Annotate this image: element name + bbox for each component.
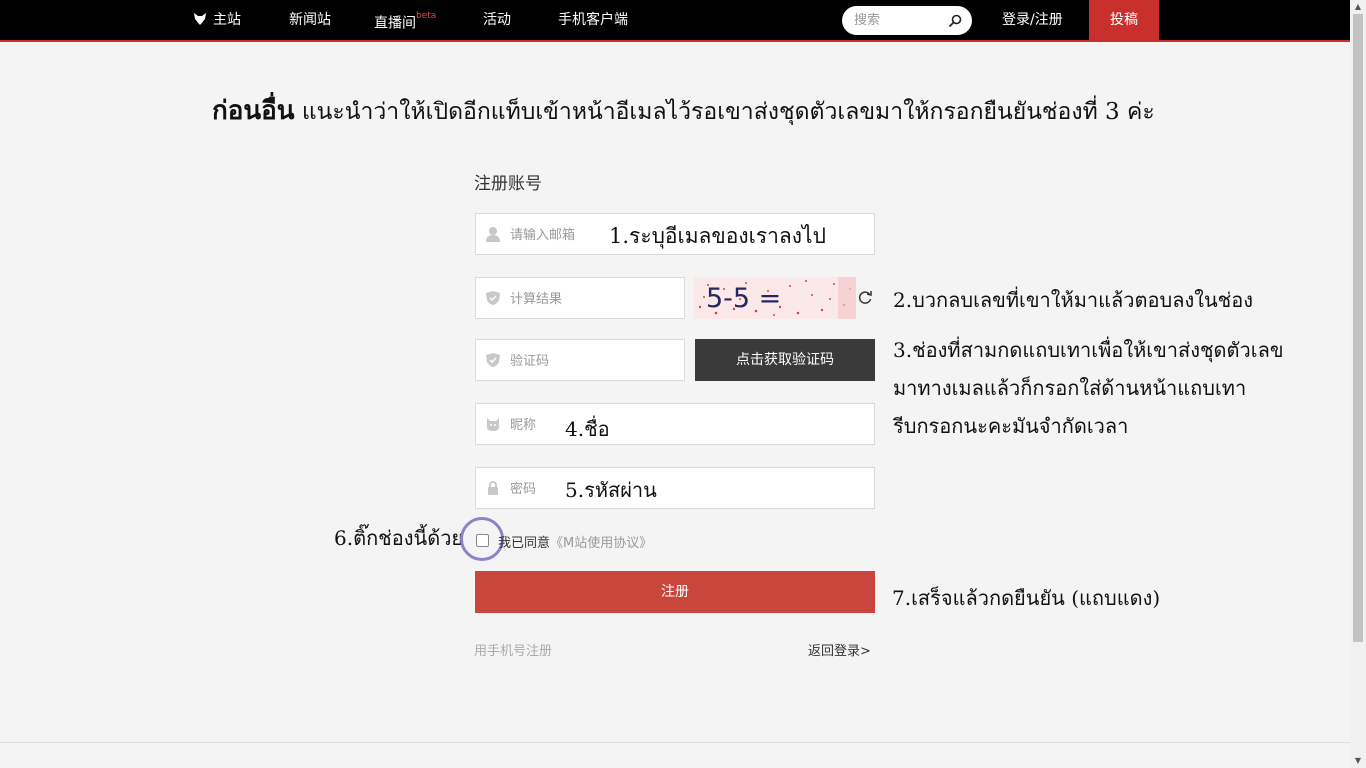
search-input[interactable]	[852, 12, 948, 29]
annotation-step3-line2: มาทางเมลแล้วก็กรอกใส่ด้านหน้าแถบเทา	[893, 376, 1247, 400]
nickname-input[interactable]	[508, 404, 562, 446]
annotation-step6: 6.ติ๊กช่องนี้ด้วย	[334, 526, 464, 550]
annotation-step7: 7.เสร็จแล้วกดยืนยัน (แถบแดง)	[892, 586, 1161, 610]
password-field	[475, 467, 875, 510]
refresh-icon[interactable]	[857, 289, 873, 305]
form-title: 注册账号	[474, 174, 542, 194]
annotation-step2: 2.บวกลบเลขที่เขาให้มาแล้วตอบลงในช่อง	[893, 288, 1253, 312]
footer-divider	[0, 742, 1350, 743]
nav-live[interactable]: 直播间beta	[374, 0, 436, 40]
nav-events[interactable]: 活动	[483, 0, 511, 40]
shield-icon	[486, 291, 500, 305]
agree-label: 我已同意	[498, 536, 551, 551]
nav-live-label: 直播间	[374, 15, 416, 32]
calc-field	[475, 277, 685, 320]
vertical-scrollbar[interactable]: ▲ ▼	[1350, 0, 1366, 768]
scroll-up-icon[interactable]: ▲	[1350, 0, 1366, 14]
scroll-thumb[interactable]	[1353, 14, 1363, 642]
captcha-noise: 5-5 =	[698, 277, 856, 319]
shield-icon	[486, 353, 500, 367]
captcha-image: 5-5 =	[694, 277, 856, 319]
user-icon	[486, 227, 500, 242]
nav-mobile[interactable]: 手机客户端	[558, 0, 628, 40]
search-box	[842, 6, 972, 35]
code-input[interactable]	[508, 340, 632, 382]
headline-bold: ก่อนอื่น	[212, 96, 295, 126]
nav-news[interactable]: 新闻站	[289, 0, 331, 40]
cat-face-icon	[487, 418, 499, 431]
nickname-field	[475, 403, 875, 446]
scroll-down-icon[interactable]: ▼	[1350, 754, 1366, 768]
nav-login[interactable]: 登录/注册	[1002, 0, 1063, 40]
nav-home[interactable]: 主站	[193, 0, 241, 40]
agree-text: 我已同意《M站使用协议》	[498, 532, 652, 551]
beta-badge: beta	[416, 11, 437, 21]
top-nav: 主站 新闻站 直播间beta 活动 手机客户端 登录/注册 投稿	[0, 0, 1350, 42]
annotation-step5: 5.รหัสผ่าน	[565, 478, 657, 502]
submit-post-button[interactable]: 投稿	[1089, 0, 1159, 40]
terms-link[interactable]: 《M站使用协议》	[550, 536, 652, 551]
fox-logo-icon	[194, 13, 206, 25]
phone-register-link[interactable]: 用手机号注册	[474, 640, 552, 659]
captcha-text: 5-5 =	[706, 283, 781, 314]
password-input[interactable]	[508, 468, 562, 510]
annotation-step4: 4.ชื่อ	[565, 417, 610, 441]
register-button[interactable]: 注册	[475, 571, 875, 613]
nav-home-label: 主站	[213, 12, 241, 28]
search-icon[interactable]	[948, 14, 962, 28]
code-field	[475, 339, 685, 382]
get-code-button[interactable]: 点击获取验证码	[695, 339, 875, 381]
back-to-login-link[interactable]: 返回登录>	[808, 640, 871, 659]
annotation-step1: 1.ระบุอีเมลของเราลงไป	[609, 224, 826, 248]
lock-icon	[488, 481, 498, 495]
calc-input[interactable]	[508, 278, 632, 320]
instruction-headline: ก่อนอื่น แนะนำว่าให้เปิดอีกแท็บเข้าหน้าอ…	[212, 90, 1155, 131]
annotation-step3-line3: รีบกรอกนะคะมันจำกัดเวลา	[893, 414, 1129, 438]
headline-text: แนะนำว่าให้เปิดอีกแท็บเข้าหน้าอีเมลไว้รอ…	[294, 99, 1155, 125]
annotation-step3-line1: 3.ช่องที่สามกดแถบเทาเพื่อให้เขาส่งชุดตัว…	[893, 338, 1284, 362]
